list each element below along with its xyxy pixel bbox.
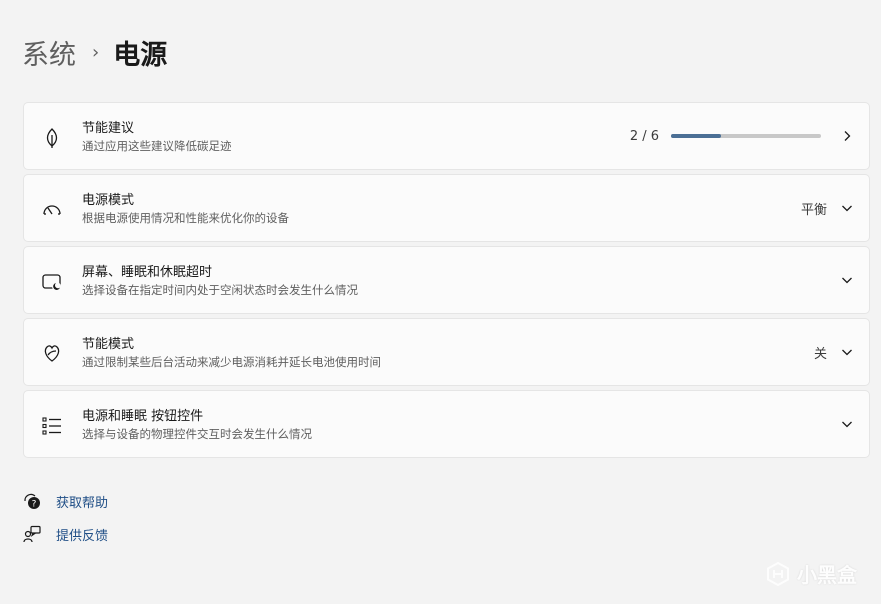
list-icon: [42, 417, 61, 435]
card-screen-sleep-timeouts[interactable]: 屏幕、睡眠和休眠超时 选择设备在指定时间内处于空闲状态时会发生什么情况: [23, 246, 870, 314]
breadcrumb-parent-system[interactable]: 系统: [22, 33, 76, 72]
watermark-logo-icon: [767, 561, 789, 586]
card-energy-recommendations[interactable]: 节能建议 通过应用这些建议降低碳足迹 2 / 6: [23, 102, 870, 170]
card-power-mode[interactable]: 电源模式 根据电源使用情况和性能来优化你的设备 平衡: [23, 174, 870, 242]
card-title: 屏幕、睡眠和休眠超时: [82, 265, 213, 280]
chevron-right-icon: [844, 131, 851, 141]
card-title: 节能模式: [82, 337, 135, 352]
speedometer-icon: [43, 205, 61, 215]
chevron-down-icon[interactable]: [841, 418, 853, 430]
card-title: 节能建议: [82, 121, 135, 136]
energy-saver-value[interactable]: 关: [814, 343, 827, 362]
card-subtitle: 根据电源使用情况和性能来优化你的设备: [82, 211, 289, 225]
card-subtitle: 通过应用这些建议降低碳足迹: [82, 139, 232, 153]
progress-fill: [671, 134, 721, 138]
screen-sleep-icon: [42, 274, 61, 291]
watermark-text: 小黑盒: [797, 563, 857, 587]
help-icon: ?: [24, 493, 40, 510]
help-links: ? 获取帮助 提供反馈: [23, 490, 108, 556]
card-subtitle: 选择设备在指定时间内处于空闲状态时会发生什么情况: [82, 283, 358, 297]
progress-count: 2 / 6: [629, 128, 659, 144]
chevron-down-icon[interactable]: [841, 274, 853, 286]
breadcrumb: 系统 › 电源: [22, 32, 167, 72]
chevron-down-icon[interactable]: [841, 202, 853, 214]
give-feedback-link[interactable]: 提供反馈: [23, 523, 108, 545]
get-help-label[interactable]: 获取帮助: [56, 492, 108, 511]
svg-text:?: ?: [32, 500, 37, 510]
card-power-button-controls[interactable]: 电源和睡眠 按钮控件 选择与设备的物理控件交互时会发生什么情况: [23, 390, 870, 458]
give-feedback-label[interactable]: 提供反馈: [56, 525, 108, 544]
progress-bar: [671, 134, 821, 138]
card-energy-saver[interactable]: 节能模式 通过限制某些后台活动来减少电源消耗并延长电池使用时间 关: [23, 318, 870, 386]
feedback-icon: [23, 525, 41, 543]
page-title: 电源: [113, 39, 168, 71]
chevron-down-icon[interactable]: [841, 346, 853, 358]
energy-saver-icon: [44, 345, 60, 362]
settings-list: 节能建议 通过应用这些建议降低碳足迹 2 / 6 电源模式 根据电源使用情况和性…: [23, 102, 870, 462]
breadcrumb-separator: ›: [92, 41, 100, 63]
power-mode-value[interactable]: 平衡: [801, 199, 827, 218]
card-title: 电源和睡眠 按钮控件: [82, 409, 204, 424]
card-subtitle: 选择与设备的物理控件交互时会发生什么情况: [82, 427, 312, 441]
card-subtitle: 通过限制某些后台活动来减少电源消耗并延长电池使用时间: [82, 355, 381, 369]
leaf-icon: [46, 128, 58, 148]
watermark: 小黑盒: [765, 559, 857, 588]
get-help-link[interactable]: ? 获取帮助: [23, 490, 108, 512]
card-title: 电源模式: [82, 193, 135, 208]
